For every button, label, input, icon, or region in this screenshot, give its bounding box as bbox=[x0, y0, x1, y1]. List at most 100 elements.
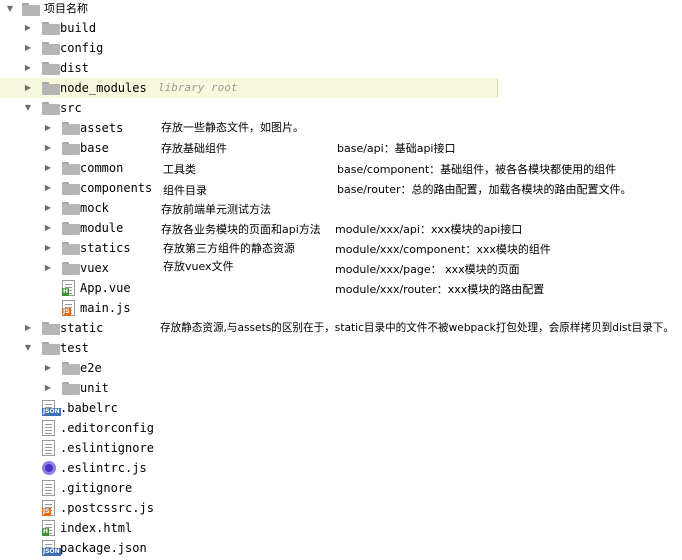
tree-row-mock[interactable]: ▶ mock bbox=[0, 198, 682, 218]
tree-row-dist[interactable]: ▶ dist bbox=[0, 58, 682, 78]
tree-row-babelrc[interactable]: JSON .babelrc bbox=[0, 398, 682, 418]
chevron-down-icon[interactable]: ▼ bbox=[22, 342, 34, 354]
eslint-icon bbox=[42, 461, 56, 475]
folder-icon bbox=[62, 162, 80, 175]
chevron-right-icon[interactable]: ▶ bbox=[42, 362, 54, 374]
chevron-right-icon[interactable]: ▶ bbox=[22, 62, 34, 74]
tree-row-postcssrc[interactable]: JS .postcssrc.js bbox=[0, 498, 682, 518]
chevron-right-icon[interactable]: ▶ bbox=[22, 22, 34, 34]
note-components: 组件目录 bbox=[163, 184, 207, 197]
tree-row-gitignore[interactable]: .gitignore bbox=[0, 478, 682, 498]
tree-item-label: package.json bbox=[60, 541, 147, 555]
chevron-right-icon[interactable]: ▶ bbox=[42, 382, 54, 394]
tree-row-unit[interactable]: ▶ unit bbox=[0, 378, 682, 398]
tree-row-editorconfig[interactable]: .editorconfig bbox=[0, 418, 682, 438]
tree-row-package-json[interactable]: JSON package.json bbox=[0, 538, 682, 558]
js-badge-icon: JS bbox=[42, 508, 51, 516]
note-statics: 存放第三方组件的静态资源 bbox=[163, 242, 295, 255]
folder-icon bbox=[62, 222, 80, 235]
tree-item-label: .eslintrc.js bbox=[60, 461, 147, 475]
tree-item-label: vuex bbox=[80, 261, 109, 275]
tree-item-label: base bbox=[80, 141, 109, 155]
chevron-right-icon[interactable]: ▶ bbox=[42, 262, 54, 274]
tree-item-label: src bbox=[60, 101, 82, 115]
tree-row-main-js[interactable]: JS main.js bbox=[0, 298, 682, 318]
tree-row-eslintignore[interactable]: .eslintignore bbox=[0, 438, 682, 458]
note-mock: 存放前端单元测试方法 bbox=[161, 203, 271, 216]
note-base: 存放基础组件 bbox=[161, 142, 227, 155]
tree-row-e2e[interactable]: ▶ e2e bbox=[0, 358, 682, 378]
tree-item-label: build bbox=[60, 21, 97, 35]
folder-icon bbox=[62, 262, 80, 275]
folder-icon bbox=[42, 322, 60, 335]
js-file-icon: JS bbox=[62, 300, 75, 316]
tree-row-config[interactable]: ▶ config bbox=[0, 38, 682, 58]
json-badge-icon: JSON bbox=[42, 408, 61, 416]
tree-item-label: main.js bbox=[80, 301, 131, 315]
chevron-right-icon[interactable]: ▶ bbox=[42, 222, 54, 234]
note-base-router: base/router：总的路由配置，加载各模块的路由配置文件。 bbox=[337, 183, 632, 196]
chevron-right-icon[interactable]: ▶ bbox=[42, 242, 54, 254]
folder-icon bbox=[42, 22, 60, 35]
row-edge-marker bbox=[497, 79, 498, 97]
note-static: 存放静态资源,与assets的区别在于，static目录中的文件不被webpac… bbox=[160, 322, 674, 334]
json-file-icon: JSON bbox=[42, 540, 61, 556]
tree-row-test[interactable]: ▼ test bbox=[0, 338, 682, 358]
tree-item-label: unit bbox=[80, 381, 109, 395]
note-base-api: base/api：基础api接口 bbox=[337, 142, 456, 155]
chevron-down-icon[interactable]: ▼ bbox=[22, 102, 34, 114]
tree-item-label: node_modules bbox=[60, 81, 147, 95]
note-assets: 存放一些静态文件，如图片。 bbox=[161, 121, 304, 134]
folder-icon bbox=[62, 122, 80, 135]
tree-item-label: mock bbox=[80, 201, 109, 215]
folder-icon bbox=[62, 362, 80, 375]
tree-item-label: e2e bbox=[80, 361, 102, 375]
chevron-right-icon[interactable]: ▶ bbox=[42, 142, 54, 154]
tree-item-label: .editorconfig bbox=[60, 421, 154, 435]
note-base-component: base/component：基础组件，被各各模块都使用的组件 bbox=[337, 163, 617, 176]
chevron-right-icon[interactable]: ▶ bbox=[22, 322, 34, 334]
tree-row-build[interactable]: ▶ build bbox=[0, 18, 682, 38]
tree-row-assets[interactable]: ▶ assets bbox=[0, 118, 682, 138]
chevron-right-icon[interactable]: ▶ bbox=[42, 182, 54, 194]
tree-item-label: 项目名称 bbox=[44, 2, 88, 15]
tree-row-src[interactable]: ▼ src bbox=[0, 98, 682, 118]
tree-item-label: components bbox=[80, 181, 153, 195]
folder-icon bbox=[62, 382, 80, 395]
note-vuex: 存放vuex文件 bbox=[163, 260, 234, 273]
tree-item-label: .postcssrc.js bbox=[60, 501, 154, 515]
text-file-icon bbox=[42, 440, 55, 456]
tree-row-eslintrc[interactable]: .eslintrc.js bbox=[0, 458, 682, 478]
json-badge-icon: JSON bbox=[42, 548, 61, 556]
chevron-right-icon[interactable]: ▶ bbox=[42, 162, 54, 174]
text-file-icon bbox=[42, 480, 55, 496]
tree-item-label: test bbox=[60, 341, 89, 355]
chevron-right-icon[interactable]: ▶ bbox=[42, 122, 54, 134]
vue-file-icon: H bbox=[62, 280, 75, 296]
folder-icon bbox=[62, 182, 80, 195]
note-common: 工具类 bbox=[163, 163, 196, 176]
chevron-right-icon[interactable]: ▶ bbox=[22, 42, 34, 54]
folder-icon bbox=[42, 82, 60, 95]
folder-icon bbox=[42, 62, 60, 75]
tree-row-index-html[interactable]: H index.html bbox=[0, 518, 682, 538]
folder-icon bbox=[22, 3, 40, 16]
js-badge-icon: JS bbox=[62, 308, 71, 316]
tree-item-label: assets bbox=[80, 121, 124, 135]
tree-item-label: index.html bbox=[60, 521, 133, 535]
html-badge-icon: H bbox=[62, 288, 70, 296]
folder-icon bbox=[42, 102, 60, 115]
tree-item-label: config bbox=[60, 41, 104, 55]
tree-row-node-modules[interactable]: ▶ node_modules library root bbox=[0, 78, 682, 98]
note-module-page: module/xxx/page： xxx模块的页面 bbox=[335, 263, 520, 276]
folder-icon bbox=[42, 42, 60, 55]
chevron-down-icon[interactable]: ▼ bbox=[4, 3, 16, 15]
chevron-right-icon[interactable]: ▶ bbox=[42, 202, 54, 214]
tree-item-label: dist bbox=[60, 61, 89, 75]
tree-row-root[interactable]: ▼ 项目名称 bbox=[0, 0, 682, 19]
tree-item-label: .babelrc bbox=[60, 401, 118, 415]
note-module-component: module/xxx/component：xxx模块的组件 bbox=[335, 243, 551, 256]
chevron-right-icon[interactable]: ▶ bbox=[22, 82, 34, 94]
note-module-api: module/xxx/api：xxx模块的api接口 bbox=[335, 223, 523, 236]
tree-item-label: .eslintignore bbox=[60, 441, 154, 455]
